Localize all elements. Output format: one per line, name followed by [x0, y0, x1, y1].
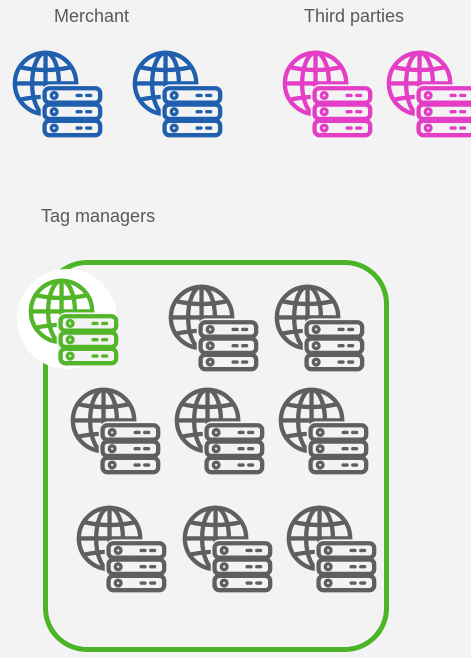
tag-manager-icon — [68, 385, 164, 477]
tag-manager-icon — [172, 385, 268, 477]
tag-managers-label: Tag managers — [41, 206, 156, 226]
globe-server-icon — [280, 48, 376, 140]
merchant-server-icon-1 — [10, 48, 106, 140]
tag-manager-icon — [74, 503, 170, 595]
globe-server-icon — [68, 385, 164, 477]
globe-server-icon — [26, 276, 122, 368]
third-party-server-icon-2 — [384, 48, 471, 140]
merchant-server-icon-2 — [130, 48, 226, 140]
primary-tag-manager-icon — [26, 276, 122, 368]
tag-manager-icon — [272, 282, 368, 374]
tag-manager-icon — [284, 503, 380, 595]
globe-server-icon — [272, 282, 368, 374]
globe-server-icon — [172, 385, 268, 477]
third-party-server-icon-1 — [280, 48, 376, 140]
tag-manager-icon — [166, 282, 262, 374]
globe-server-icon — [74, 503, 170, 595]
globe-server-icon — [130, 48, 226, 140]
globe-server-icon — [10, 48, 106, 140]
tag-manager-icon — [180, 503, 276, 595]
globe-server-icon — [384, 48, 471, 140]
globe-server-icon — [180, 503, 276, 595]
merchant-label: Merchant — [54, 6, 130, 26]
third-parties-label: Third parties — [304, 6, 405, 26]
globe-server-icon — [166, 282, 262, 374]
globe-server-icon — [284, 503, 380, 595]
globe-server-icon — [276, 385, 372, 477]
tag-manager-icon — [276, 385, 372, 477]
